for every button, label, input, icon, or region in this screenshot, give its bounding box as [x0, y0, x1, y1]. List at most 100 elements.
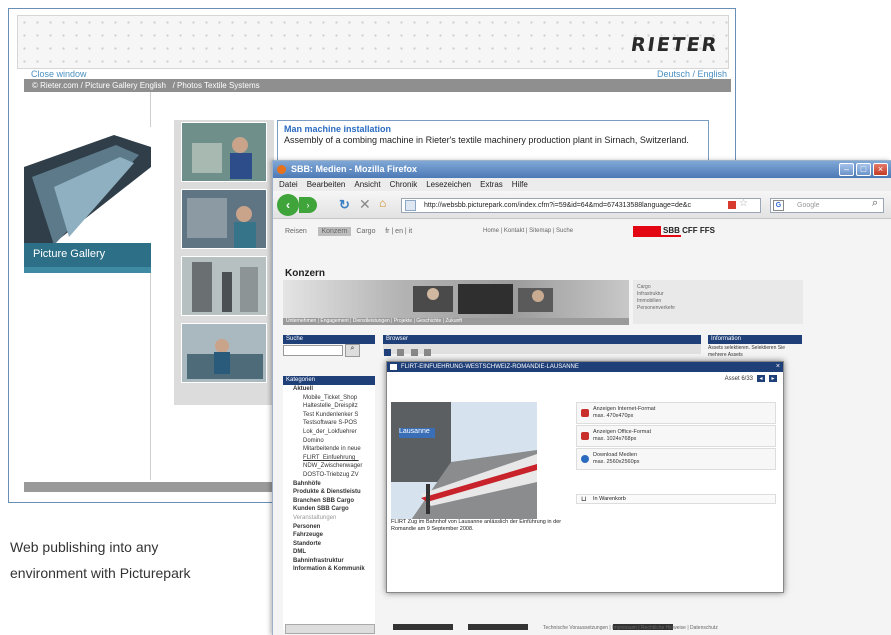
office-format-option[interactable]: Anzeigen Office-Format max. 1024x768px	[576, 425, 776, 447]
previous-asset-icon[interactable]: ◂	[756, 374, 766, 383]
nav-cargo[interactable]: Cargo	[356, 228, 375, 235]
asset-photo	[391, 402, 537, 519]
image-icon	[390, 364, 397, 370]
side-link-infrastruktur[interactable]: Infrastruktur	[637, 291, 799, 298]
detail-view-icon[interactable]	[410, 349, 418, 356]
tree-item[interactable]: Kunden SBB Cargo	[285, 505, 375, 514]
url-bar[interactable]: http://websbb.picturepark.com/index.cfm?…	[401, 198, 761, 213]
search-icon[interactable]: ⌕	[872, 197, 878, 210]
tree-item[interactable]: Domino	[285, 437, 375, 446]
menu-chronik[interactable]: Chronik	[390, 180, 418, 189]
picture-gallery-label: Picture Gallery	[24, 243, 151, 267]
sbb-service-links[interactable]: Home | Kontakt | Sitemap | Suche	[483, 228, 573, 234]
home-icon[interactable]: ⌂	[379, 196, 386, 210]
rieter-header: RIETER	[17, 15, 729, 69]
caption-line-1: Web publishing into any	[10, 539, 159, 555]
strip-thumbnail[interactable]	[468, 624, 528, 630]
thumbnail-2[interactable]	[181, 189, 267, 249]
list-view-icon[interactable]	[397, 349, 405, 356]
internet-format-option[interactable]: Anzeigen Internet-Format max. 470x470px	[576, 402, 776, 424]
tree-item[interactable]: Veranstaltungen	[285, 514, 375, 523]
menu-hilfe[interactable]: Hilfe	[512, 180, 528, 189]
browser-toolbar	[383, 344, 701, 356]
back-arrow-icon[interactable]: ‹	[277, 194, 299, 216]
maximize-icon[interactable]: □	[856, 163, 871, 176]
cart-icon: ⊔	[581, 496, 587, 503]
tree-item[interactable]: Produkte & Dienstleistu	[285, 488, 375, 497]
page-title: Konzern	[285, 268, 325, 279]
sbb-footer-links[interactable]: Technische Voraussetzungen | Impressum |…	[543, 625, 718, 631]
asset-counter: Asset 6/33	[724, 376, 753, 382]
tree-item[interactable]: Aktuell	[285, 385, 375, 394]
tree-item[interactable]: Bahninfrastruktur	[285, 557, 375, 566]
search-heading: Suche	[283, 335, 375, 344]
sbb-search-button[interactable]: ⌕	[345, 344, 360, 357]
download-option[interactable]: Download Medien max. 2560x2560px	[576, 448, 776, 470]
grid-view-icon[interactable]	[384, 349, 391, 356]
next-asset-icon[interactable]: ▸	[768, 374, 778, 383]
tree-item[interactable]: Information & Kommunik	[285, 565, 375, 574]
star-icon[interactable]: ☆	[739, 198, 748, 209]
close-window-link[interactable]: Close window	[31, 69, 87, 79]
tree-item[interactable]: Test Kundenlenker S	[285, 411, 375, 420]
close-icon[interactable]: ×	[873, 163, 888, 176]
tree-item[interactable]: Bahnhöfe	[285, 480, 375, 489]
tree-item[interactable]: DOSTO-Triebzug ZV	[285, 471, 375, 480]
slide-caption: Web publishing into any environment with…	[10, 534, 191, 586]
menu-bearbeiten[interactable]: Bearbeiten	[307, 180, 346, 189]
banner-side-links: Cargo Infrastruktur Immobilien Personenv…	[633, 280, 803, 324]
thumbnail-4[interactable]	[181, 323, 267, 383]
minimize-icon[interactable]: –	[839, 163, 854, 176]
option-title: Download Medien	[593, 452, 638, 458]
breadcrumb: © Rieter.com / Picture Gallery English /…	[24, 79, 731, 92]
tree-item[interactable]: DML	[285, 548, 375, 557]
tree-item[interactable]: Testsoftware S-POS	[285, 419, 375, 428]
cart-label: In Warenkorb	[593, 496, 626, 502]
tree-item[interactable]: Mobile_Ticket_Shop	[285, 394, 375, 403]
add-to-cart-button[interactable]: ⊔ In Warenkorb	[576, 494, 776, 504]
side-link-immobilien[interactable]: Immobilien	[637, 298, 799, 305]
thumbnail-1[interactable]	[181, 122, 267, 182]
menu-extras[interactable]: Extras	[480, 180, 503, 189]
menu-ansicht[interactable]: Ansicht	[354, 180, 380, 189]
language-switch-link[interactable]: Deutsch / English	[657, 69, 727, 79]
menu-lesezeichen[interactable]: Lesezeichen	[426, 180, 471, 189]
sub-navigation[interactable]: Unternehmen | Engagement | Dienstleistun…	[283, 318, 629, 325]
tree-item-selected[interactable]: FLIRT_Einfuehrung_	[285, 454, 375, 463]
side-link-personenverkehr[interactable]: Personenverkehr	[637, 305, 799, 312]
nav-konzern[interactable]: Konzern	[318, 227, 351, 236]
tree-item[interactable]: Fahrzeuge	[285, 531, 375, 540]
sbb-logo: SBB CFF FFS	[661, 226, 717, 235]
nav-reisen[interactable]: Reisen	[285, 228, 307, 235]
menu-datei[interactable]: Datei	[279, 180, 298, 189]
language-links[interactable]: fr | en | it	[385, 228, 412, 235]
side-link-cargo[interactable]: Cargo	[637, 284, 799, 291]
tree-item[interactable]: Standorte	[285, 540, 375, 549]
forward-arrow-icon[interactable]: ›	[299, 197, 317, 213]
google-icon: G	[773, 200, 784, 211]
menu-bar: Datei Bearbeiten Ansicht Chronik Lesezeichen…	[273, 178, 891, 191]
bookmark-icon[interactable]	[728, 201, 736, 209]
option-detail: max. 2560x2560px	[593, 459, 640, 465]
information-text: Assets selektieren. Selektieren Sie mehr…	[708, 345, 785, 358]
caption-text: Assembly of a combing machine in Rieter'…	[284, 135, 689, 145]
tree-item[interactable]: Mitarbeitende in neue	[285, 445, 375, 454]
tree-item[interactable]: Lok_der_Lokfuehrer	[285, 428, 375, 437]
lightbox-close-icon[interactable]: ×	[776, 363, 780, 370]
horizontal-scrollbar[interactable]	[285, 624, 375, 634]
tree-item[interactable]: Haltestelle_Dreispitz	[285, 402, 375, 411]
thumbnail-3[interactable]	[181, 256, 267, 316]
tree-item[interactable]: Branchen SBB Cargo	[285, 497, 375, 506]
tree-item[interactable]: NDW_Zwischenwager	[285, 462, 375, 471]
film-strip-graphic	[24, 127, 151, 251]
reload-icon[interactable]: ↻	[339, 197, 350, 213]
copy-icon[interactable]	[424, 349, 432, 356]
strip-thumbnail[interactable]	[393, 624, 453, 630]
banner-image	[283, 280, 629, 318]
search-input[interactable]: Google	[770, 198, 884, 213]
stop-icon[interactable]: ✕	[359, 196, 371, 213]
firefox-window: SBB: Medien - Mozilla Firefox – □ × Date…	[272, 160, 891, 635]
sbb-search-input[interactable]	[283, 345, 343, 356]
categories-heading: Kategorien	[283, 376, 375, 385]
tree-item[interactable]: Personen	[285, 523, 375, 532]
